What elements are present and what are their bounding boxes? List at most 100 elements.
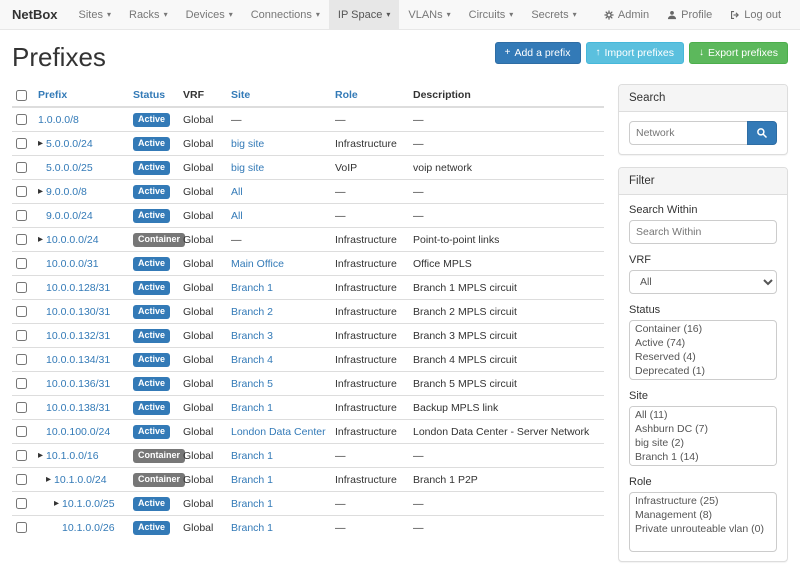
status-badge: Active	[133, 185, 170, 199]
prefix-link[interactable]: 10.0.100.0/24	[46, 425, 110, 439]
select-option[interactable]: Private unrouteable vlan (0)	[631, 522, 775, 536]
navbar-item-vlans[interactable]: VLANs ▾	[399, 0, 459, 29]
prefix-link[interactable]: 10.1.0.0/26	[62, 521, 115, 535]
select-option[interactable]: Branch 1 (14)	[631, 450, 775, 464]
site-select[interactable]: All (11)Ashburn DC (7)big site (2)Branch…	[629, 406, 777, 466]
prefix-link[interactable]: 5.0.0.0/25	[46, 161, 93, 175]
site-link[interactable]: All	[231, 210, 243, 222]
prefix-link[interactable]: 10.0.0.132/31	[46, 329, 110, 343]
export-prefixes-button[interactable]: ↓ Export prefixes	[689, 42, 788, 64]
table-row: 10.0.0.130/31 Active Global Branch 2 Inf…	[12, 300, 604, 324]
select-option[interactable]: Management (8)	[631, 508, 775, 522]
prefix-link[interactable]: 10.1.0.0/16	[46, 449, 99, 463]
site-link[interactable]: Branch 5	[231, 378, 273, 390]
site-link[interactable]: Branch 1	[231, 450, 273, 462]
row-checkbox[interactable]	[16, 498, 27, 509]
prefix-link[interactable]: 10.0.0.136/31	[46, 377, 110, 391]
filter-panel-heading: Filter	[619, 168, 787, 195]
navbar-brand[interactable]: NetBox	[10, 0, 70, 29]
prefix-link[interactable]: 10.0.0.130/31	[46, 305, 110, 319]
table-row: 10.0.0.128/31 Active Global Branch 1 Inf…	[12, 276, 604, 300]
profile-link[interactable]: Profile	[658, 0, 721, 29]
prefix-link[interactable]: 9.0.0.0/24	[46, 209, 93, 223]
prefix-link[interactable]: 5.0.0.0/24	[46, 137, 93, 151]
row-checkbox[interactable]	[16, 306, 27, 317]
export-prefixes-label: Export prefixes	[708, 47, 778, 59]
navbar-item-ip-space[interactable]: IP Space ▾	[329, 0, 399, 29]
status-select[interactable]: Container (16)Active (74)Reserved (4)Dep…	[629, 320, 777, 380]
prefix-link[interactable]: 10.0.0.134/31	[46, 353, 110, 367]
vrf-select[interactable]: All	[629, 270, 777, 294]
column-header-prefix[interactable]: Prefix	[34, 84, 129, 107]
site-link[interactable]: Branch 4	[231, 354, 273, 366]
navbar-item-devices[interactable]: Devices ▾	[177, 0, 242, 29]
site-link[interactable]: big site	[231, 162, 264, 174]
select-option[interactable]: big site (2)	[631, 436, 775, 450]
import-prefixes-button[interactable]: ↑ Import prefixes	[586, 42, 684, 64]
column-header-role[interactable]: Role	[331, 84, 409, 107]
site-link[interactable]: Branch 1	[231, 498, 273, 510]
select-option[interactable]: Deprecated (1)	[631, 364, 775, 378]
site-link[interactable]: All	[231, 186, 243, 198]
admin-link[interactable]: Admin	[595, 0, 658, 29]
site-link[interactable]: London Data Center	[231, 426, 326, 438]
site-link[interactable]: Branch 1	[231, 402, 273, 414]
row-checkbox[interactable]	[16, 258, 27, 269]
column-header-status[interactable]: Status	[129, 84, 179, 107]
row-checkbox[interactable]	[16, 378, 27, 389]
column-header-site[interactable]: Site	[227, 84, 331, 107]
row-checkbox[interactable]	[16, 114, 27, 125]
navbar-item-sites[interactable]: Sites ▾	[70, 0, 120, 29]
row-checkbox[interactable]	[16, 426, 27, 437]
navbar-item-connections[interactable]: Connections ▾	[242, 0, 329, 29]
site-link[interactable]: Branch 2	[231, 306, 273, 318]
row-checkbox[interactable]	[16, 402, 27, 413]
site-link[interactable]: Main Office	[231, 258, 284, 270]
prefix-link[interactable]: 10.1.0.0/25	[62, 497, 115, 511]
vrf-cell: Global	[179, 348, 227, 372]
prefix-link[interactable]: 10.0.0.0/24	[46, 233, 99, 247]
table-row: 5.0.0.0/25 Active Global big site VoIP v…	[12, 156, 604, 180]
row-checkbox[interactable]	[16, 210, 27, 221]
prefix-link[interactable]: 10.1.0.0/24	[54, 473, 107, 487]
search-within-input[interactable]	[629, 220, 777, 244]
navbar-item-circuits[interactable]: Circuits ▾	[460, 0, 523, 29]
select-all-checkbox[interactable]	[16, 90, 27, 101]
row-checkbox[interactable]	[16, 450, 27, 461]
site-link[interactable]: Branch 3	[231, 330, 273, 342]
row-checkbox[interactable]	[16, 330, 27, 341]
row-checkbox[interactable]	[16, 282, 27, 293]
prefix-link[interactable]: 10.0.0.0/31	[46, 257, 99, 271]
site-link[interactable]: big site	[231, 138, 264, 150]
select-option[interactable]: Branch 2 (10)	[631, 464, 775, 466]
search-button[interactable]	[747, 121, 777, 145]
status-badge: Active	[133, 281, 170, 295]
select-option[interactable]: Infrastructure (25)	[631, 494, 775, 508]
select-option[interactable]: Ashburn DC (7)	[631, 422, 775, 436]
select-option[interactable]: Container (16)	[631, 322, 775, 336]
row-checkbox[interactable]	[16, 234, 27, 245]
select-option[interactable]: Reserved (4)	[631, 350, 775, 364]
prefix-link[interactable]: 9.0.0.0/8	[46, 185, 87, 199]
prefix-link[interactable]: 1.0.0.0/8	[38, 113, 79, 127]
row-checkbox[interactable]	[16, 138, 27, 149]
site-link[interactable]: Branch 1	[231, 522, 273, 534]
prefix-link[interactable]: 10.0.0.128/31	[46, 281, 110, 295]
site-link[interactable]: Branch 1	[231, 282, 273, 294]
row-checkbox[interactable]	[16, 474, 27, 485]
row-checkbox[interactable]	[16, 354, 27, 365]
row-checkbox[interactable]	[16, 162, 27, 173]
search-input[interactable]	[629, 121, 748, 145]
add-prefix-button[interactable]: + Add a prefix	[495, 42, 581, 64]
role-select[interactable]: Infrastructure (25)Management (8)Private…	[629, 492, 777, 552]
navbar-item-secrets[interactable]: Secrets ▾	[522, 0, 585, 29]
prefix-link[interactable]: 10.0.0.138/31	[46, 401, 110, 415]
select-option[interactable]: All (11)	[631, 408, 775, 422]
site-link[interactable]: Branch 1	[231, 474, 273, 486]
row-checkbox[interactable]	[16, 186, 27, 197]
row-checkbox[interactable]	[16, 522, 27, 533]
status-badge: Active	[133, 377, 170, 391]
select-option[interactable]: Active (74)	[631, 336, 775, 350]
logout-link[interactable]: Log out	[721, 0, 790, 29]
navbar-item-racks[interactable]: Racks ▾	[120, 0, 177, 29]
